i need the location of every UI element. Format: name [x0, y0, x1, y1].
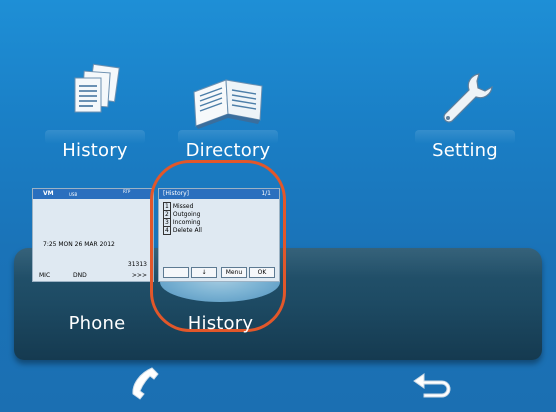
phone-datetime: 7:25 MON 26 MAR 2012	[43, 241, 115, 248]
menu-item-directory[interactable]: Directory	[173, 40, 283, 161]
phone-extension: 31313	[127, 261, 147, 268]
phone-softkey-more: >>>	[131, 272, 147, 279]
rtp-indicator: RTP	[123, 189, 131, 194]
usb-indicator: USB	[69, 192, 78, 197]
vm-indicator: VM	[43, 190, 54, 197]
selection-highlight	[150, 160, 286, 332]
phone-screen-preview[interactable]: VM USB RTP 7:25 MON 26 MAR 2012 31313 MI…	[32, 188, 154, 282]
phone-status-bar: VM USB RTP	[33, 189, 153, 199]
menu-item-history[interactable]: History	[40, 40, 150, 161]
wrench-icon	[410, 40, 520, 130]
phone-softkey-dnd: DND	[73, 272, 87, 279]
back-arrow-icon[interactable]	[412, 372, 452, 402]
documents-stack-icon	[40, 40, 150, 130]
dock-label-phone[interactable]: Phone	[42, 313, 152, 334]
menu-label-directory: Directory	[185, 140, 271, 161]
phone-softkey-mic: MIC	[39, 272, 51, 279]
open-book-icon	[173, 40, 283, 130]
menu-item-setting[interactable]: Setting	[410, 40, 520, 161]
menu-label-setting: Setting	[432, 140, 498, 161]
dock-label-history[interactable]: History	[163, 313, 278, 334]
menu-label-history: History	[62, 140, 128, 161]
handset-icon[interactable]	[128, 366, 160, 406]
